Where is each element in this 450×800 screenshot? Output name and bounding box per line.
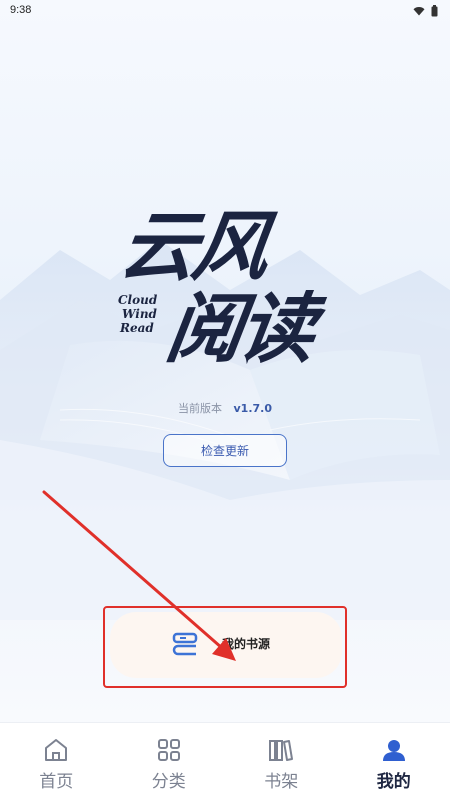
grid-icon (157, 739, 180, 761)
bookshelf-icon (269, 740, 294, 761)
bottom-navigation: 首页 分类 书架 我的 (0, 722, 450, 800)
logo-english-line: Read (120, 321, 154, 335)
battery-icon (431, 5, 438, 17)
nav-item-category[interactable]: 分类 (113, 723, 226, 800)
screen: 9:38 云风 阅读 Cloud Wind Read 当前版本 v1.7.0 检… (0, 0, 450, 800)
home-icon (45, 739, 68, 761)
user-icon (382, 740, 405, 761)
wifi-icon (413, 7, 425, 16)
version-info: 当前版本 v1.7.0 (0, 400, 450, 416)
check-update-button[interactable]: 检查更新 (163, 434, 287, 467)
logo-english: Cloud Wind Read (118, 293, 157, 335)
nav-label: 书架 (264, 772, 299, 792)
nav-label: 我的 (376, 772, 411, 792)
nav-label: 分类 (151, 772, 186, 792)
status-icons (413, 5, 438, 17)
app-logo: 云风 阅读 Cloud Wind Read (110, 185, 350, 373)
annotation-highlight-box (103, 606, 347, 688)
logo-english-line: Cloud (118, 293, 158, 307)
nav-item-mine[interactable]: 我的 (338, 723, 450, 800)
logo-english-line: Wind (122, 307, 157, 321)
logo-chinese-line2: 阅读 (160, 284, 318, 373)
nav-label: 首页 (39, 772, 74, 792)
nav-item-home[interactable]: 首页 (0, 723, 113, 800)
version-label: 当前版本 (178, 402, 222, 415)
status-bar: 9:38 (0, 0, 450, 24)
status-time: 9:38 (10, 4, 32, 16)
version-value: v1.7.0 (233, 402, 273, 415)
nav-item-bookshelf[interactable]: 书架 (225, 723, 338, 800)
